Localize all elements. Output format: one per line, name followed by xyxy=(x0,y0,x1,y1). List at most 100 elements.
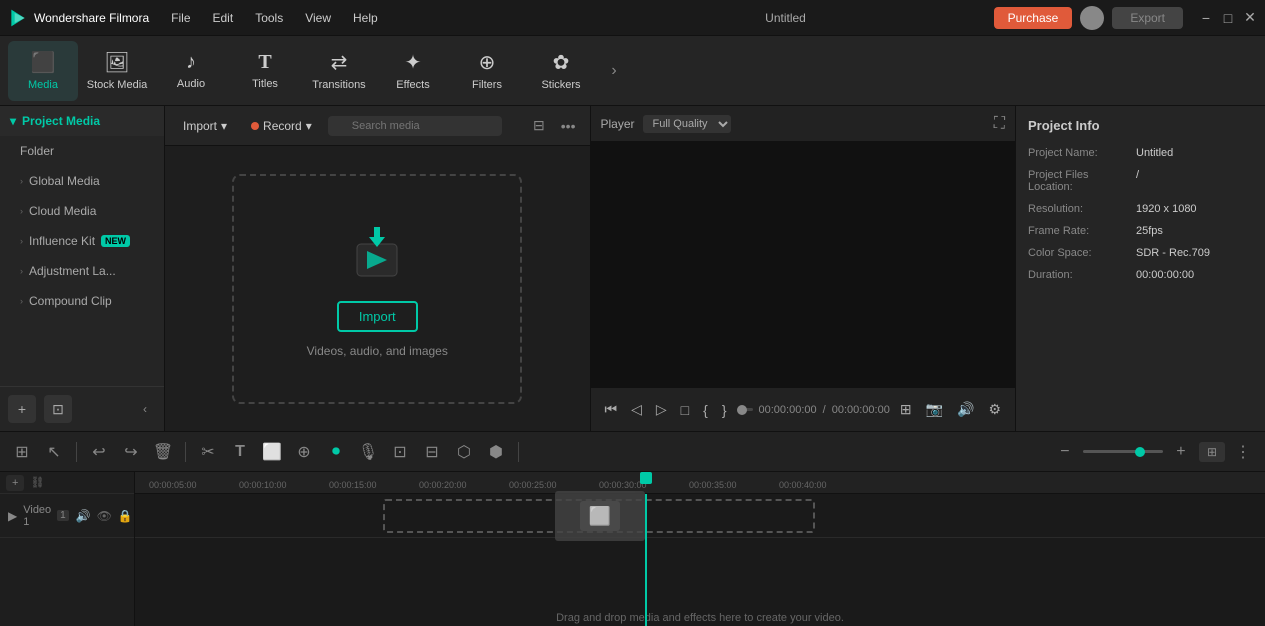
mark-in-button[interactable]: { xyxy=(699,400,712,420)
sidebar-item-global-media[interactable]: › Global Media xyxy=(0,166,164,196)
more-options-button[interactable]: ••• xyxy=(557,116,580,136)
more-timeline-button[interactable]: ⋮ xyxy=(1229,438,1257,466)
time-slider[interactable] xyxy=(737,408,753,411)
settings-button[interactable]: ⚙ xyxy=(984,399,1005,420)
add-media-button[interactable]: ⊡ xyxy=(44,395,72,423)
track-lock-button[interactable]: 🔒 xyxy=(117,508,134,524)
sidebar-header[interactable]: ▾ Project Media xyxy=(0,106,164,136)
tool-media[interactable]: ⬛ Media xyxy=(8,41,78,101)
zoom-in-button[interactable]: + xyxy=(1167,438,1195,466)
menu-edit[interactable]: Edit xyxy=(203,7,244,29)
playhead[interactable] xyxy=(645,494,647,626)
sidebar-item-folder[interactable]: Folder xyxy=(0,136,164,166)
timeline-ruler-area: 00:00:05:00 00:00:10:00 00:00:15:00 00:0… xyxy=(135,472,1265,626)
info-value-duration: 00:00:00:00 xyxy=(1136,269,1194,281)
import-media-button[interactable]: Import xyxy=(337,301,418,332)
search-input[interactable] xyxy=(328,116,502,136)
ruler-ticks: 00:00:05:00 00:00:10:00 00:00:15:00 00:0… xyxy=(135,472,1265,493)
global-media-label: Global Media xyxy=(29,174,100,188)
tool-stock-media[interactable]: 🖼 Stock Media xyxy=(82,41,152,101)
tool-stickers[interactable]: ✿ Stickers xyxy=(526,41,596,101)
filter-button[interactable]: ⊟ xyxy=(529,115,549,136)
snap-button[interactable]: ⏺ xyxy=(322,438,350,466)
menu-bar: File Edit Tools View Help xyxy=(161,7,577,29)
app-logo: Wondershare Filmora xyxy=(8,8,149,28)
audio-button[interactable]: 🔊 xyxy=(953,399,978,420)
info-label-framerate: Frame Rate: xyxy=(1028,225,1128,237)
skip-back-button[interactable]: ⏮ xyxy=(601,399,622,420)
media-icon: ⬛ xyxy=(31,50,56,75)
menu-file[interactable]: File xyxy=(161,7,200,29)
close-button[interactable]: ✕ xyxy=(1243,11,1257,25)
track-eye-button[interactable]: 👁 xyxy=(96,508,113,524)
sidebar-collapse-button[interactable]: ‹ xyxy=(134,398,156,420)
cut-button[interactable]: ✂ xyxy=(194,438,222,466)
toolbar-more-button[interactable]: › xyxy=(600,57,628,85)
maximize-button[interactable]: □ xyxy=(1221,11,1235,25)
zoom-out-button[interactable]: − xyxy=(1051,438,1079,466)
purchase-button[interactable]: Purchase xyxy=(994,7,1073,29)
toolbar-separator-1 xyxy=(76,442,77,462)
track-content-video1[interactable]: ⬜ xyxy=(135,494,1265,538)
undo-button[interactable]: ↩ xyxy=(85,438,113,466)
tool-transitions[interactable]: ⇄ Transitions xyxy=(304,41,374,101)
compound-clip-label: Compound Clip xyxy=(29,294,112,308)
mark-out-button[interactable]: } xyxy=(718,400,731,420)
minimize-button[interactable]: − xyxy=(1199,11,1213,25)
record-button[interactable]: Record ▾ xyxy=(243,115,320,137)
color-button[interactable]: ⬢ xyxy=(482,438,510,466)
track-audio-button[interactable]: 🔊 xyxy=(75,508,92,524)
frame-back-button[interactable]: ◁ xyxy=(627,399,646,420)
audio-button[interactable]: 🎙 xyxy=(354,438,382,466)
info-value-name: Untitled xyxy=(1136,147,1173,159)
link-tracks-button[interactable]: ⛓ xyxy=(30,476,44,489)
sidebar-item-influence-kit[interactable]: › Influence Kit NEW xyxy=(0,226,164,256)
tool-titles[interactable]: T Titles xyxy=(230,41,300,101)
quality-select[interactable]: Full Quality xyxy=(643,115,731,133)
avatar[interactable] xyxy=(1080,6,1104,30)
add-media-track-button[interactable]: + xyxy=(6,475,24,491)
menu-view[interactable]: View xyxy=(295,7,341,29)
tool-audio[interactable]: ♪ Audio xyxy=(156,41,226,101)
info-value-resolution: 1920 x 1080 xyxy=(1136,203,1197,215)
tool-effects[interactable]: ✦ Effects xyxy=(378,41,448,101)
menu-help[interactable]: Help xyxy=(343,7,388,29)
subtitle-button[interactable]: ⊡ xyxy=(386,438,414,466)
tool-filters[interactable]: ⊕ Filters xyxy=(452,41,522,101)
sidebar-item-cloud-media[interactable]: › Cloud Media xyxy=(0,196,164,226)
titles-icon: T xyxy=(258,51,271,74)
import-button[interactable]: Import ▾ xyxy=(175,115,235,137)
compound-chevron-icon: › xyxy=(20,296,23,306)
player-tab[interactable]: Player xyxy=(601,117,635,131)
zoom-slider[interactable] xyxy=(1083,450,1163,453)
window-controls: − □ ✕ xyxy=(1199,11,1257,25)
drag-icon: ⬜ xyxy=(580,501,620,531)
export-button[interactable]: Export xyxy=(1112,7,1183,29)
preview-panel: Player Full Quality ⛶ ⏮ ◁ ▷ □ { } 00:00:… xyxy=(590,106,1016,431)
sidebar-item-adjustment-layer[interactable]: › Adjustment La... xyxy=(0,256,164,286)
project-info-panel: Project Info Project Name: Untitled Proj… xyxy=(1015,106,1265,431)
sidebar-item-compound-clip[interactable]: › Compound Clip xyxy=(0,286,164,316)
play-button[interactable]: ▷ xyxy=(652,399,671,420)
crop-button[interactable]: ⬜ xyxy=(258,438,286,466)
stop-button[interactable]: □ xyxy=(677,400,693,420)
add-folder-button[interactable]: + xyxy=(8,395,36,423)
delete-button[interactable]: 🗑 xyxy=(149,438,177,466)
redo-button[interactable]: ↪ xyxy=(117,438,145,466)
chevron-right-icon: › xyxy=(20,176,23,186)
filmora-icon xyxy=(8,8,28,28)
snapshot-button[interactable]: 📷 xyxy=(922,399,947,420)
ripple-button[interactable]: ⊕ xyxy=(290,438,318,466)
add-to-timeline-button[interactable]: ⊞ xyxy=(896,399,916,420)
select-tool-button[interactable]: ↖ xyxy=(40,438,68,466)
scene-detect-button[interactable]: ⊞ xyxy=(8,438,36,466)
menu-tools[interactable]: Tools xyxy=(245,7,293,29)
view-options-button[interactable]: ⊞ xyxy=(1199,442,1225,462)
preview-controls: ⏮ ◁ ▷ □ { } 00:00:00:00 / 00:00:00:00 ⊞ … xyxy=(591,387,1016,431)
main-toolbar: ⬛ Media 🖼 Stock Media ♪ Audio T Titles ⇄… xyxy=(0,36,1265,106)
sidebar-header-label: Project Media xyxy=(22,114,100,128)
motion-button[interactable]: ⬡ xyxy=(450,438,478,466)
text-button[interactable]: T xyxy=(226,438,254,466)
preview-fullscreen-icon[interactable]: ⛶ xyxy=(994,115,1005,133)
pip-button[interactable]: ⊟ xyxy=(418,438,446,466)
